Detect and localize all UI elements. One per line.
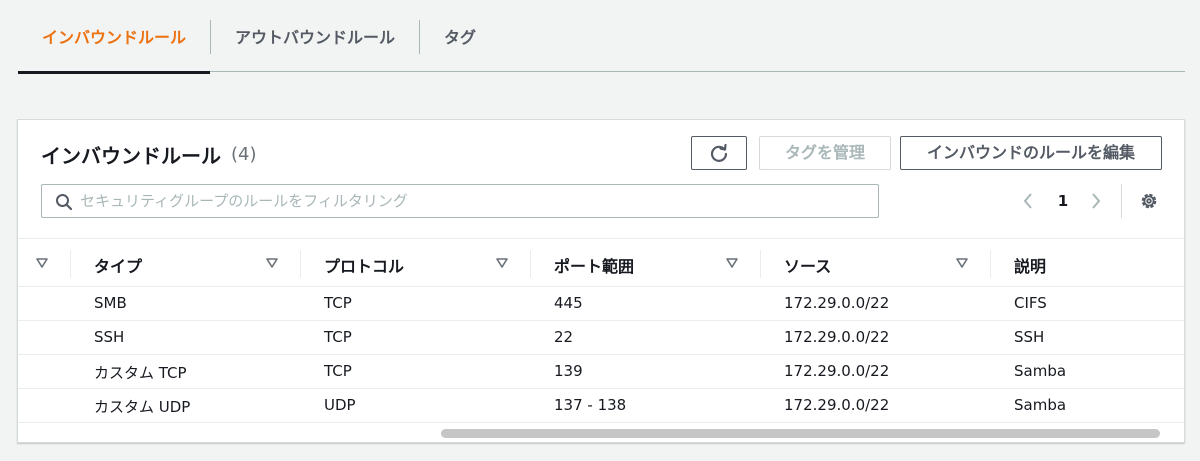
cell-description: Samba bbox=[1014, 396, 1067, 414]
table-header: タイプ プロトコル ポート範囲 ソース 説明 bbox=[18, 238, 1184, 287]
sort-caret-down-icon[interactable] bbox=[726, 258, 738, 268]
column-header-protocol[interactable]: プロトコル bbox=[324, 253, 404, 277]
cell-type: SMB bbox=[94, 294, 127, 312]
cell-port-range: 137 - 138 bbox=[554, 396, 627, 414]
cell-source: 172.29.0.0/22 bbox=[784, 362, 890, 380]
inbound-rules-panel: インバウンドルール (4) タグを管理 インバウンドのルールを編集 1 タイプ bbox=[17, 119, 1185, 443]
gear-icon[interactable] bbox=[1139, 191, 1159, 211]
search-icon bbox=[56, 194, 73, 211]
table-row[interactable]: SSH TCP 22 172.29.0.0/22 SSH bbox=[18, 321, 1184, 355]
page-number[interactable]: 1 bbox=[1056, 192, 1070, 210]
cell-protocol: UDP bbox=[324, 396, 356, 414]
cell-description: SSH bbox=[1014, 328, 1045, 346]
refresh-icon bbox=[710, 143, 728, 162]
column-divider bbox=[300, 250, 301, 278]
cell-protocol: TCP bbox=[324, 294, 352, 312]
cell-protocol: TCP bbox=[324, 328, 352, 346]
table-row[interactable]: カスタム TCP TCP 139 172.29.0.0/22 Samba bbox=[18, 355, 1184, 389]
filter-search-input[interactable] bbox=[80, 185, 860, 217]
tab-tags[interactable]: タグ bbox=[420, 0, 500, 72]
sort-caret-down-icon[interactable] bbox=[36, 258, 48, 268]
column-divider bbox=[70, 250, 71, 278]
cell-source: 172.29.0.0/22 bbox=[784, 396, 890, 414]
sort-caret-down-icon[interactable] bbox=[266, 258, 278, 268]
cell-protocol: TCP bbox=[324, 362, 352, 380]
horizontal-scrollbar[interactable] bbox=[441, 429, 1160, 438]
cell-type: カスタム TCP bbox=[94, 364, 187, 382]
chevron-left-icon[interactable] bbox=[1022, 192, 1034, 210]
cell-description: Samba bbox=[1014, 362, 1067, 380]
sort-caret-down-icon[interactable] bbox=[956, 258, 968, 268]
sort-caret-down-icon[interactable] bbox=[496, 258, 508, 268]
column-header-port-range[interactable]: ポート範囲 bbox=[554, 253, 634, 277]
edit-inbound-rules-button[interactable]: インバウンドのルールを編集 bbox=[900, 136, 1162, 170]
cell-type: カスタム UDP bbox=[94, 398, 191, 416]
cell-source: 172.29.0.0/22 bbox=[784, 328, 890, 346]
cell-source: 172.29.0.0/22 bbox=[784, 294, 890, 312]
tab-outbound-rules[interactable]: アウトバウンドルール bbox=[211, 0, 419, 72]
cell-type: SSH bbox=[94, 328, 125, 346]
rule-count: (4) bbox=[231, 144, 257, 165]
column-header-type[interactable]: タイプ bbox=[94, 253, 142, 277]
table-row[interactable]: カスタム UDP UDP 137 - 138 172.29.0.0/22 Sam… bbox=[18, 389, 1184, 423]
tab-bar: インバウンドルール アウトバウンドルール タグ bbox=[18, 0, 1185, 74]
column-divider bbox=[530, 250, 531, 278]
manage-tags-button[interactable]: タグを管理 bbox=[759, 136, 891, 170]
column-divider bbox=[760, 250, 761, 278]
column-header-source[interactable]: ソース bbox=[784, 253, 831, 277]
pager-divider bbox=[1121, 184, 1122, 218]
cell-port-range: 22 bbox=[554, 328, 574, 346]
column-header-description[interactable]: 説明 bbox=[1014, 253, 1046, 277]
filter-search-box bbox=[41, 184, 879, 218]
cell-port-range: 139 bbox=[554, 362, 583, 380]
refresh-button[interactable] bbox=[691, 136, 747, 170]
cell-description: CIFS bbox=[1014, 294, 1047, 312]
chevron-right-icon[interactable] bbox=[1090, 192, 1102, 210]
cell-port-range: 445 bbox=[554, 294, 583, 312]
column-divider bbox=[990, 250, 991, 278]
tab-inbound-rules[interactable]: インバウンドルール bbox=[18, 0, 210, 74]
panel-title: インバウンドルール bbox=[41, 144, 221, 168]
table-row[interactable]: SMB TCP 445 172.29.0.0/22 CIFS bbox=[18, 287, 1184, 321]
